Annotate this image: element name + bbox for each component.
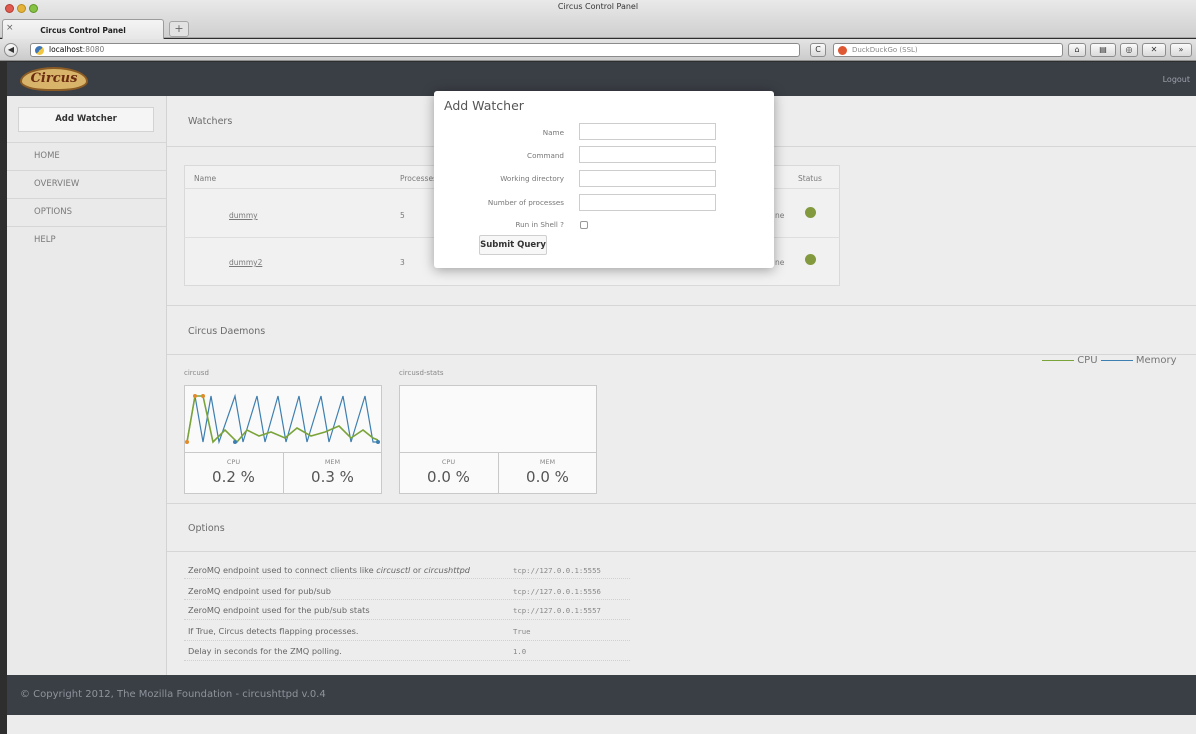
daemon-name-circusd: circusd: [184, 369, 209, 377]
status-indicator: [805, 207, 816, 218]
watcher-processes: 5: [400, 211, 405, 220]
addon-button[interactable]: ✕: [1142, 43, 1166, 57]
daemons-section-title: Circus Daemons: [188, 326, 266, 337]
mem-metric-value: 0.0 %: [526, 468, 569, 486]
memory-low-marker: [233, 440, 237, 444]
option-label: Delay in seconds for the ZMQ polling.: [188, 646, 342, 656]
search-input[interactable]: DuckDuckGo (SSL): [833, 43, 1063, 57]
memory-legend-swatch: [1100, 359, 1133, 361]
option-value: tcp://127.0.0.1:5556: [513, 587, 601, 596]
home-button[interactable]: ⌂: [1068, 43, 1086, 57]
watcher-link-dummy2[interactable]: dummy2: [229, 258, 262, 267]
circusd-sparkline: [185, 393, 380, 445]
logout-link[interactable]: Logout: [1140, 75, 1190, 84]
memory-legend-label: Memory: [1135, 355, 1177, 366]
run-in-shell-label: Run in Shell ?: [515, 220, 564, 229]
watchers-section-title: Watchers: [188, 116, 233, 127]
command-field[interactable]: [579, 146, 716, 163]
number-of-processes-field[interactable]: [579, 194, 716, 211]
cpu-metric-value: 0.2 %: [212, 468, 255, 486]
option-row-divider: [184, 640, 630, 641]
window-title: Circus Control Panel: [557, 2, 639, 11]
extension-button[interactable]: ◎: [1120, 43, 1138, 57]
daemon-name-circusd-stats: circusd-stats: [399, 369, 444, 377]
url-host: localhost: [49, 45, 83, 54]
mem-metric-label: MEM: [324, 458, 341, 466]
option-value: tcp://127.0.0.1:5555: [513, 566, 601, 575]
working-directory-field[interactable]: [579, 170, 716, 187]
option-label: If True, Circus detects flapping process…: [188, 626, 359, 636]
watcher-processes: 3: [400, 258, 405, 267]
run-in-shell-checkbox[interactable]: [580, 221, 588, 229]
option-row-divider: [184, 578, 630, 579]
reload-button[interactable]: C: [810, 43, 826, 57]
option-label: ZeroMQ endpoint used for the pub/sub sta…: [188, 605, 370, 615]
site-icon: [35, 46, 44, 55]
number-of-processes-label: Number of processes: [487, 198, 564, 207]
cpu-legend-label: CPU: [1077, 355, 1098, 366]
chart-legend: CPU Memory: [1042, 355, 1177, 366]
memory-series-line: [186, 393, 378, 445]
cpu-low-marker: [185, 440, 189, 444]
tab-label: Circus Control Panel: [40, 26, 126, 35]
cpu-metric-label: CPU: [226, 458, 241, 466]
back-button[interactable]: ◀: [4, 43, 18, 57]
cpu-metric-value: 0.0 %: [427, 468, 470, 486]
sidebar-item-options[interactable]: OPTIONS: [7, 199, 167, 227]
command-label: Command: [527, 151, 564, 160]
option-row-divider: [184, 660, 630, 661]
sidebar-item-overview[interactable]: OVERVIEW: [7, 171, 167, 199]
sidebar-item-home[interactable]: HOME: [7, 143, 167, 171]
option-label: ZeroMQ endpoint used to connect clients …: [188, 565, 471, 575]
column-header-status: Status: [798, 174, 822, 183]
copyright-text: © Copyright 2012, The Mozilla Foundation…: [20, 689, 326, 700]
name-label: Name: [542, 128, 564, 137]
mem-metric-label: MEM: [539, 458, 556, 466]
working-directory-label: Working directory: [500, 174, 564, 183]
overflow-button[interactable]: »: [1170, 43, 1192, 57]
cpu-peak-marker: [201, 394, 205, 398]
add-watcher-button[interactable]: Add Watcher: [18, 107, 154, 132]
option-value: tcp://127.0.0.1:5557: [513, 606, 601, 615]
url-port: :8080: [82, 45, 105, 54]
sidebar-item-help[interactable]: HELP: [7, 227, 167, 255]
watcher-link-dummy[interactable]: dummy: [229, 211, 258, 220]
new-tab-button[interactable]: +: [169, 21, 189, 37]
section-divider: [167, 551, 1196, 552]
section-divider: [167, 503, 1196, 504]
column-header-processes: Processes: [400, 174, 437, 183]
search-placeholder: DuckDuckGo (SSL): [852, 46, 918, 54]
bookmarks-button[interactable]: ▤: [1090, 43, 1116, 57]
cpu-legend-swatch: [1042, 359, 1074, 361]
option-value: 1.0: [513, 647, 527, 656]
option-value: True: [513, 627, 531, 636]
duckduckgo-icon: [838, 46, 847, 55]
options-section-title: Options: [188, 523, 225, 534]
circus-logo[interactable]: Circus: [20, 67, 88, 91]
cpu-peak-marker: [193, 394, 197, 398]
submit-query-button[interactable]: Submit Query: [479, 235, 547, 255]
browser-tab[interactable]: × Circus Control Panel: [2, 19, 164, 39]
url-bar[interactable]: localhost:8080: [30, 43, 800, 57]
option-label: ZeroMQ endpoint used for pub/sub: [188, 586, 332, 596]
option-row-divider: [184, 599, 630, 600]
name-field[interactable]: [579, 123, 716, 140]
cpu-metric-label: CPU: [441, 458, 456, 466]
page-bottom: [7, 715, 1196, 734]
modal-title: Add Watcher: [444, 98, 524, 113]
memory-end-marker: [376, 440, 380, 444]
mem-metric-value: 0.3 %: [311, 468, 354, 486]
column-header-name: Name: [194, 174, 217, 183]
watcher-status-text: ne: [775, 211, 785, 220]
section-divider: [167, 305, 1196, 306]
option-row-divider: [184, 619, 630, 620]
watcher-status-text: ne: [775, 258, 785, 267]
status-indicator: [805, 254, 816, 265]
